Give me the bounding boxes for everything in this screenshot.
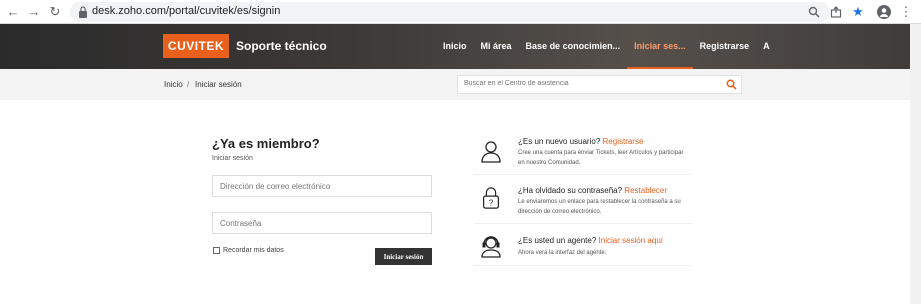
bookmark-star-icon[interactable]: ★ (849, 3, 867, 21)
breadcrumb-separator: / (187, 80, 190, 89)
new-user-heading: ¿Es un nuevo usuario? Registrarse (518, 137, 643, 146)
lock-question-icon: ? (483, 187, 499, 209)
remember-checkbox[interactable] (213, 247, 220, 254)
new-user-description: Cree una cuenta para enviar Tickets, lee… (518, 150, 684, 166)
reload-icon[interactable]: ↻ (46, 3, 64, 21)
lock-icon (79, 6, 87, 18)
main-nav: Inicio Mi área Base de conocimien... Ini… (436, 24, 777, 69)
remember-label: Recordar mis datos (223, 247, 284, 254)
page-scrollbar[interactable] (910, 24, 921, 304)
agent-heading: ¿Es usted un agente? Iniciar sesión aquí (518, 236, 663, 245)
email-field[interactable] (212, 175, 432, 197)
user-icon (481, 141, 501, 163)
svg-text:?: ? (489, 197, 494, 207)
agent-question: ¿Es usted un agente? (518, 236, 597, 245)
search-input[interactable] (464, 80, 714, 87)
agent-headset-icon (481, 236, 501, 258)
forgot-password-description: Le enviaremos un enlace para restablecer… (518, 199, 681, 215)
breadcrumb-bar: Inicio / Iniciar sesión (0, 69, 910, 100)
help-center-search (457, 75, 742, 94)
forgot-password-panel: ? ¿Ha olvidado su contraseña? Restablece… (474, 180, 692, 224)
forgot-password-heading: ¿Ha olvidado su contraseña? Restablecer (518, 186, 667, 195)
password-field[interactable] (212, 212, 432, 234)
agent-sign-in-link[interactable]: Iniciar sesión aquí (599, 236, 663, 245)
nav-item-sign-in[interactable]: Iniciar ses... (627, 24, 693, 69)
register-link[interactable]: Registrarse (603, 137, 644, 146)
new-user-question: ¿Es un nuevo usuario? (518, 137, 601, 146)
nav-item-knowledge-base[interactable]: Base de conocimien... (519, 24, 628, 69)
sign-in-button[interactable]: Iniciar sesión (375, 248, 432, 265)
nav-item-language[interactable]: A (756, 24, 777, 69)
forgot-password-question: ¿Ha olvidado su contraseña? (518, 186, 623, 195)
profile-avatar-icon[interactable] (875, 3, 893, 21)
agent-panel: ¿Es usted un agente? Iniciar sesión aquí… (474, 229, 692, 266)
brand-title: Soporte técnico (236, 39, 327, 53)
url-text: desk.zoho.com/portal/cuvitek/es/signin (92, 5, 281, 17)
search-icon[interactable] (726, 79, 737, 90)
agent-description: Ahora verá la interfaz del agente. (518, 250, 607, 256)
remember-me[interactable]: Recordar mis datos (213, 247, 284, 254)
new-user-panel: ¿Es un nuevo usuario? Registrarse Cree u… (474, 131, 692, 175)
site-header: CUVITEK Soporte técnico Inicio Mi área B… (0, 24, 910, 69)
zoom-search-icon[interactable] (805, 3, 823, 21)
forward-arrow-icon[interactable]: → (25, 3, 43, 21)
browser-toolbar: ← → ↻ desk.zoho.com/portal/cuvitek/es/si… (0, 0, 921, 24)
nav-item-mi-area[interactable]: Mi área (474, 24, 519, 69)
login-subtitle: Iniciar sesión (212, 155, 253, 162)
reset-password-link[interactable]: Restablecer (624, 186, 667, 195)
company-logo[interactable]: CUVITEK (163, 34, 229, 58)
nav-item-register[interactable]: Registrarse (693, 24, 757, 69)
login-title: ¿Ya es miembro? (212, 136, 320, 151)
address-bar[interactable]: desk.zoho.com/portal/cuvitek/es/signin (70, 2, 830, 22)
share-icon[interactable] (827, 3, 845, 21)
nav-item-inicio[interactable]: Inicio (436, 24, 474, 69)
breadcrumb-home[interactable]: Inicio (164, 80, 183, 89)
back-arrow-icon[interactable]: ← (4, 3, 22, 21)
breadcrumb-current: Iniciar sesión (195, 80, 242, 89)
kebab-menu-icon[interactable]: ⋮ (897, 3, 915, 21)
